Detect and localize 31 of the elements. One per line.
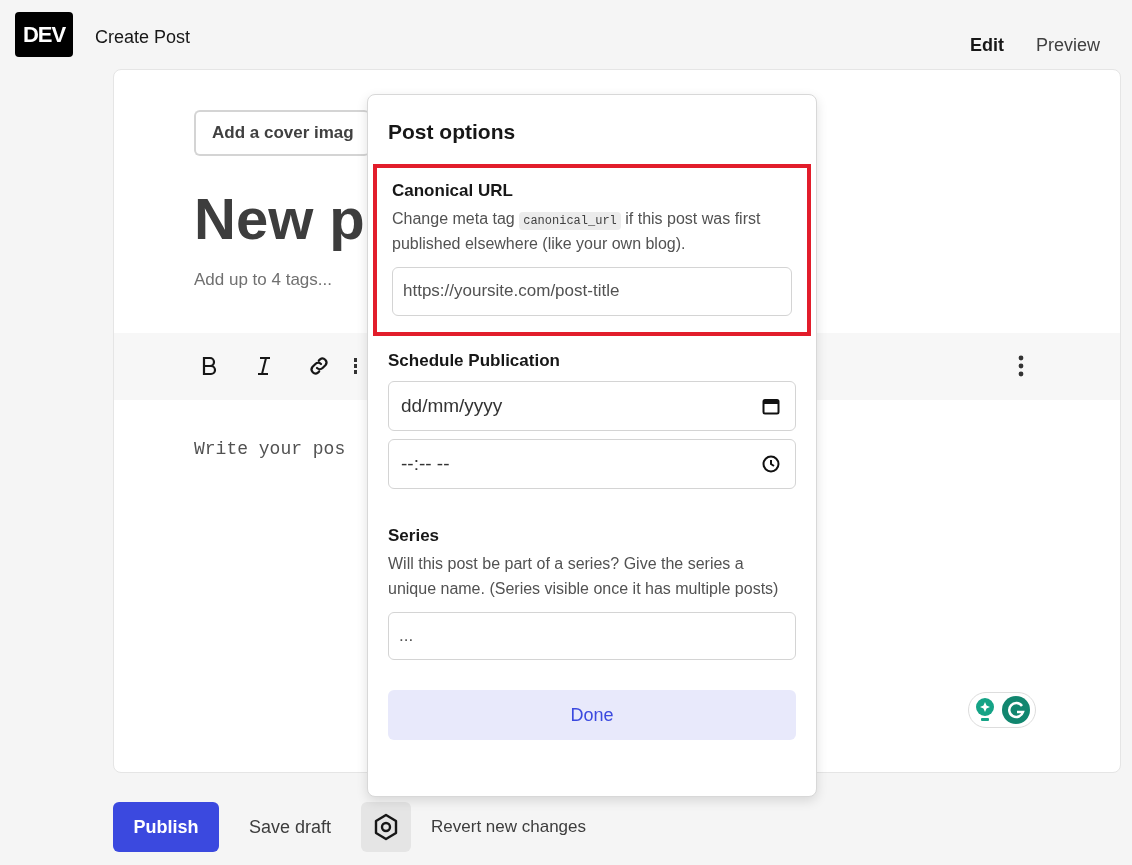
date-field[interactable]: dd/mm/yyyy bbox=[388, 381, 796, 432]
page-title: Create Post bbox=[95, 26, 191, 49]
clock-icon[interactable] bbox=[762, 455, 780, 474]
logo[interactable]: DEV bbox=[15, 12, 73, 57]
save-draft-button[interactable]: Save draft bbox=[219, 813, 362, 841]
canonical-url-field[interactable]: https://yoursite.com/post-title bbox=[392, 266, 792, 316]
tab[interactable]: Preview bbox=[1019, 24, 1116, 67]
more-options-icon[interactable] bbox=[1018, 354, 1024, 379]
done-button[interactable]: Done bbox=[388, 690, 796, 741]
numbered-list-icon[interactable] bbox=[353, 356, 359, 377]
popup-title: Post options bbox=[388, 119, 517, 145]
field-label: Schedule Publication bbox=[388, 350, 560, 370]
writing-assistant-widget[interactable] bbox=[968, 692, 1036, 728]
add-cover-image-button[interactable]: Add a cover imag bbox=[194, 110, 370, 156]
field-label: Series bbox=[388, 526, 440, 546]
post-body-field[interactable]: Write your pos bbox=[194, 438, 346, 459]
field-description: Change meta tag canonical_url if this post was first published elsewhere (like your own blog). bbox=[392, 208, 762, 255]
revert-changes-button[interactable]: Revert new changes bbox=[411, 814, 607, 840]
grammar-checker-icon[interactable] bbox=[1002, 696, 1030, 724]
time-field[interactable]: --:-- -- bbox=[388, 439, 796, 490]
post-options-button[interactable] bbox=[361, 802, 412, 852]
tab[interactable]: Edit bbox=[953, 24, 1020, 67]
tags-field[interactable]: Add up to 4 tags... bbox=[194, 267, 332, 293]
post-title-field[interactable]: New p bbox=[194, 183, 365, 254]
lightbulb-icon[interactable] bbox=[974, 697, 996, 723]
calendar-icon[interactable] bbox=[762, 397, 780, 416]
field-description: Will this post be part of a series? Give the series a unique name. (Series visible once it has multiple posts) bbox=[388, 553, 780, 600]
field-label: Canonical URL bbox=[392, 181, 513, 201]
publish-button[interactable]: Publish bbox=[113, 802, 219, 852]
settings-icon bbox=[373, 813, 400, 841]
series-field[interactable]: ... bbox=[388, 612, 796, 661]
